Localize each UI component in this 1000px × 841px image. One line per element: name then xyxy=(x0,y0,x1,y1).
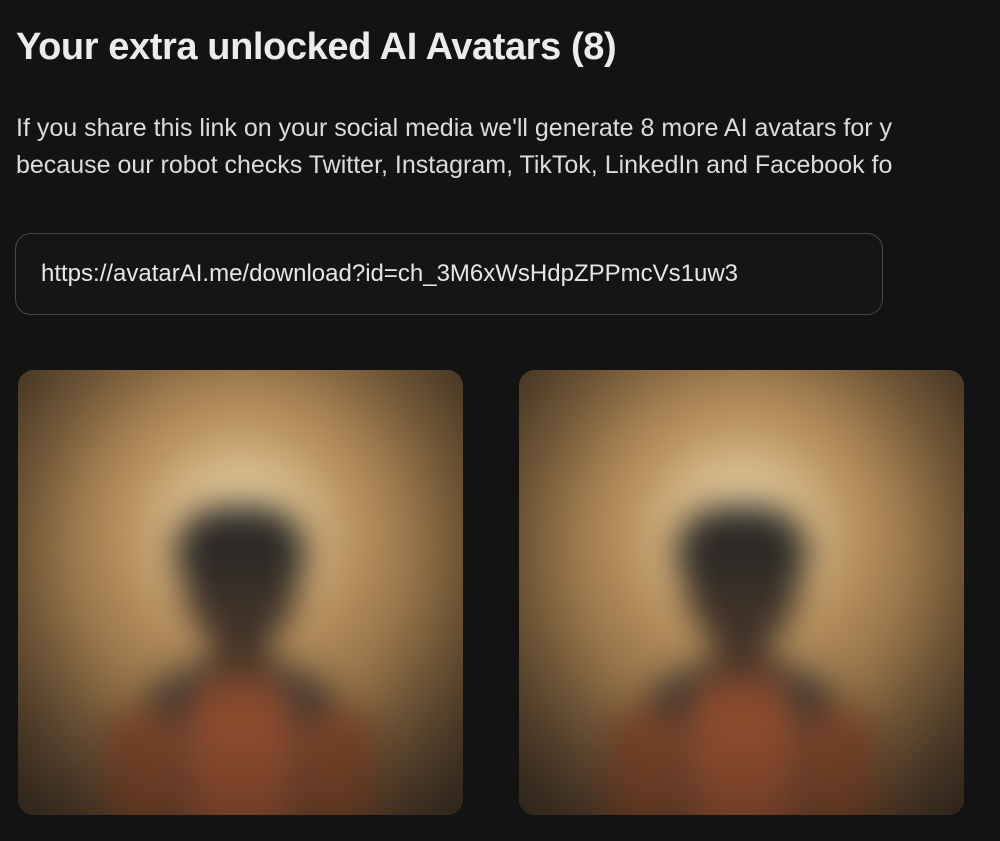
share-description-line-2: because our robot checks Twitter, Instag… xyxy=(16,151,893,179)
avatar-image-2[interactable] xyxy=(519,370,964,815)
share-description: If you share this link on your social me… xyxy=(16,110,1000,184)
avatar-portrait xyxy=(18,370,463,815)
page: Your extra unlocked AI Avatars (8) If yo… xyxy=(0,0,1000,841)
avatar-portrait xyxy=(519,370,964,815)
share-link-text[interactable]: https://avatarAI.me/download?id=ch_3M6xW… xyxy=(41,260,738,288)
page-title: Your extra unlocked AI Avatars (8) xyxy=(16,26,617,68)
avatar-image-1[interactable] xyxy=(18,370,463,815)
share-link-field[interactable]: https://avatarAI.me/download?id=ch_3M6xW… xyxy=(15,233,883,315)
share-description-line-1: If you share this link on your social me… xyxy=(16,114,893,142)
